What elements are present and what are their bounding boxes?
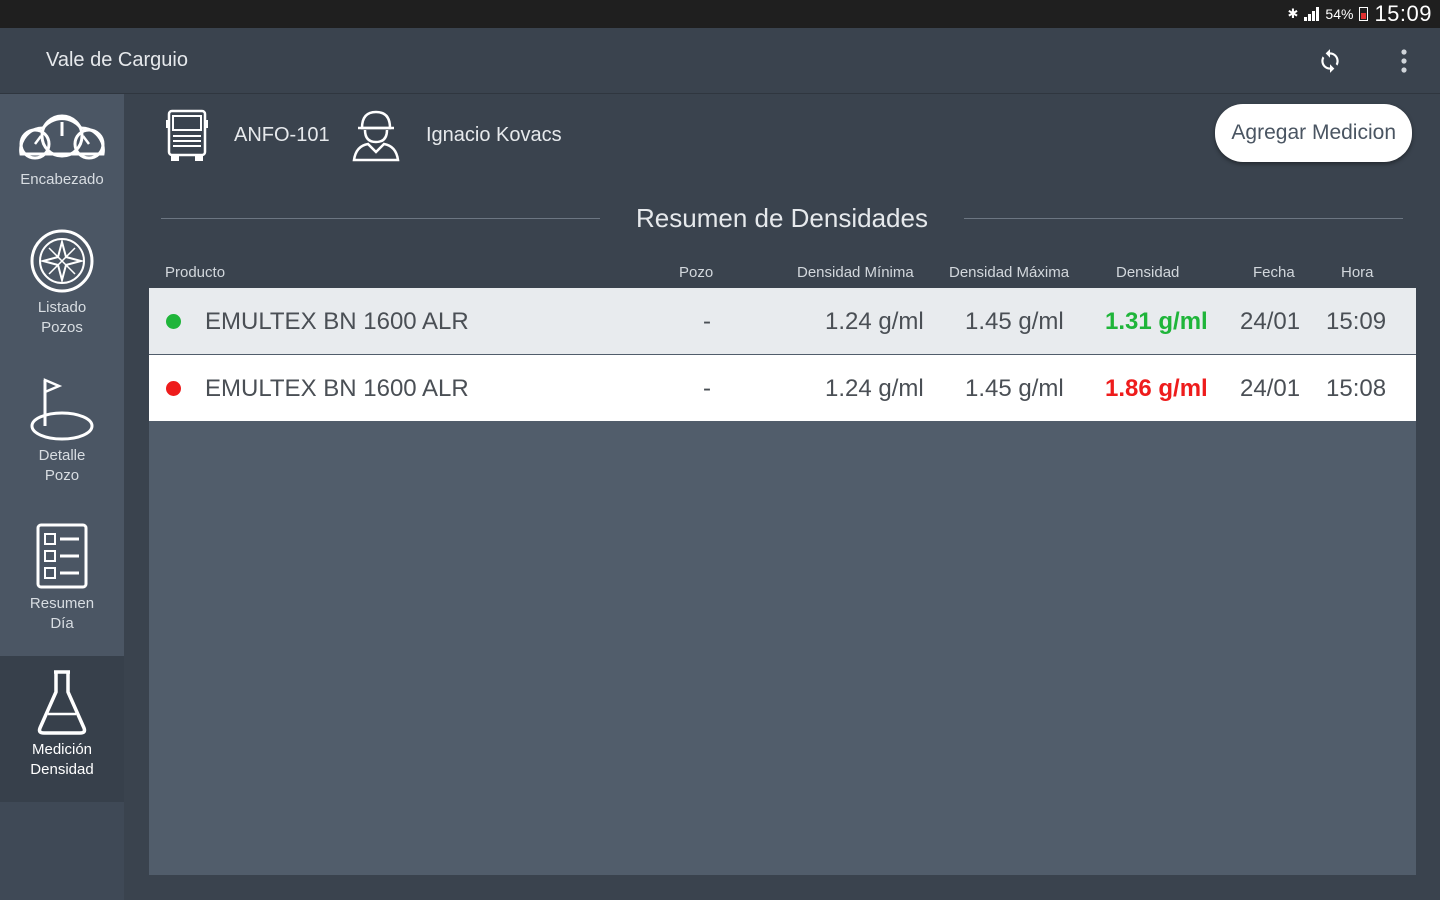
cell-fecha: 24/01	[1240, 308, 1301, 335]
sidebar-item-medicion-densidad[interactable]: Medición Densidad	[0, 656, 124, 802]
worker-icon	[352, 110, 400, 162]
flask-icon	[37, 670, 87, 735]
cell-min: 1.24 g/ml	[825, 375, 924, 402]
cell-densidad: 1.31 g/ml	[1105, 308, 1208, 335]
cell-producto: EMULTEX BN 1600 ALR	[205, 308, 469, 335]
section-title: Resumen de Densidades	[636, 202, 928, 233]
status-bar: ✱ 54% 15:09	[0, 0, 1440, 28]
main-content: ANFO-101 Ignacio Kovacs Agregar Medicion…	[124, 94, 1440, 900]
sidebar-item-label: Encabezado	[20, 171, 104, 188]
table-header: Producto Pozo Densidad Mínima Densidad M…	[149, 248, 1416, 288]
col-producto: Producto	[165, 264, 226, 281]
status-dot	[166, 314, 181, 329]
info-bar: ANFO-101 Ignacio Kovacs Agregar Medicion	[124, 94, 1440, 180]
sync-icon[interactable]	[1316, 47, 1344, 75]
cell-min: 1.24 g/ml	[825, 308, 924, 335]
more-vert-icon[interactable]	[1390, 47, 1418, 75]
sidebar-item-listado-pozos[interactable]: Listado Pozos	[0, 228, 124, 358]
sidebar-item-detalle-pozo[interactable]: Detalle Pozo	[0, 376, 124, 506]
status-time: 15:09	[1374, 1, 1432, 26]
sidebar-item-resumen-dia[interactable]: Resumen Día	[0, 522, 124, 656]
sidebar-item-label: Medición	[31, 741, 93, 758]
col-hora: Hora	[1341, 264, 1374, 281]
cell-max: 1.45 g/ml	[965, 375, 1064, 402]
status-dot	[166, 381, 181, 396]
battery-icon	[1359, 7, 1369, 21]
col-densidad-minima: Densidad Mínima	[797, 264, 914, 281]
sidebar-item-label: Densidad	[30, 761, 94, 778]
add-measurement-button[interactable]: Agregar Medicion	[1215, 104, 1412, 162]
cell-pozo: -	[703, 375, 711, 402]
sidebar-item-label: Pozos	[41, 319, 83, 336]
cell-hora: 15:08	[1326, 375, 1387, 402]
sidebar-item-label: Pozo	[44, 467, 80, 484]
cell-densidad: 1.86 g/ml	[1105, 375, 1208, 402]
sidebar-item-label: Resumen	[29, 595, 95, 612]
sidebar-footer	[0, 802, 124, 900]
cell-producto: EMULTEX BN 1600 ALR	[205, 375, 469, 402]
col-densidad-maxima: Densidad Máxima	[949, 264, 1070, 281]
cell-pozo: -	[703, 308, 711, 335]
signal-icon	[1304, 7, 1320, 21]
sidebar-item-label: Detalle	[38, 447, 86, 464]
section-header: Resumen de Densidades	[161, 198, 1403, 238]
cell-max: 1.45 g/ml	[965, 308, 1064, 335]
divider	[963, 217, 1403, 219]
sidebar-item-encabezado[interactable]: Encabezado	[0, 94, 124, 214]
truck-info: ANFO-101	[164, 108, 330, 162]
table-row[interactable]: EMULTEX BN 1600 ALR - 1.24 g/ml 1.45 g/m…	[149, 355, 1416, 421]
truck-icon	[166, 109, 208, 161]
density-table: Producto Pozo Densidad Mínima Densidad M…	[149, 248, 1416, 875]
battery-percent: 54%	[1325, 6, 1354, 22]
cell-hora: 15:09	[1326, 308, 1387, 335]
operator-name: Ignacio Kovacs	[426, 123, 562, 146]
bluetooth-icon: ✱	[1287, 6, 1299, 21]
app-bar: Vale de Carguio	[0, 28, 1440, 94]
col-pozo: Pozo	[679, 264, 714, 281]
sidebar-item-label: Día	[50, 615, 74, 632]
sidebar-item-label: Listado	[37, 299, 87, 316]
gauge-icon	[19, 114, 105, 160]
app-title: Vale de Carguio	[46, 49, 188, 71]
col-densidad: Densidad	[1116, 264, 1180, 281]
flag-hole-icon	[30, 378, 94, 441]
divider	[161, 217, 601, 219]
operator-info: Ignacio Kovacs	[350, 108, 562, 162]
cell-fecha: 24/01	[1240, 375, 1301, 402]
compass-icon	[30, 229, 94, 293]
sidebar: Encabezado Listado Pozos Detalle Pozo Re…	[0, 94, 124, 900]
col-fecha: Fecha	[1253, 264, 1295, 281]
checklist-icon	[36, 523, 88, 589]
table-row[interactable]: EMULTEX BN 1600 ALR - 1.24 g/ml 1.45 g/m…	[149, 288, 1416, 354]
truck-id: ANFO-101	[234, 123, 330, 146]
